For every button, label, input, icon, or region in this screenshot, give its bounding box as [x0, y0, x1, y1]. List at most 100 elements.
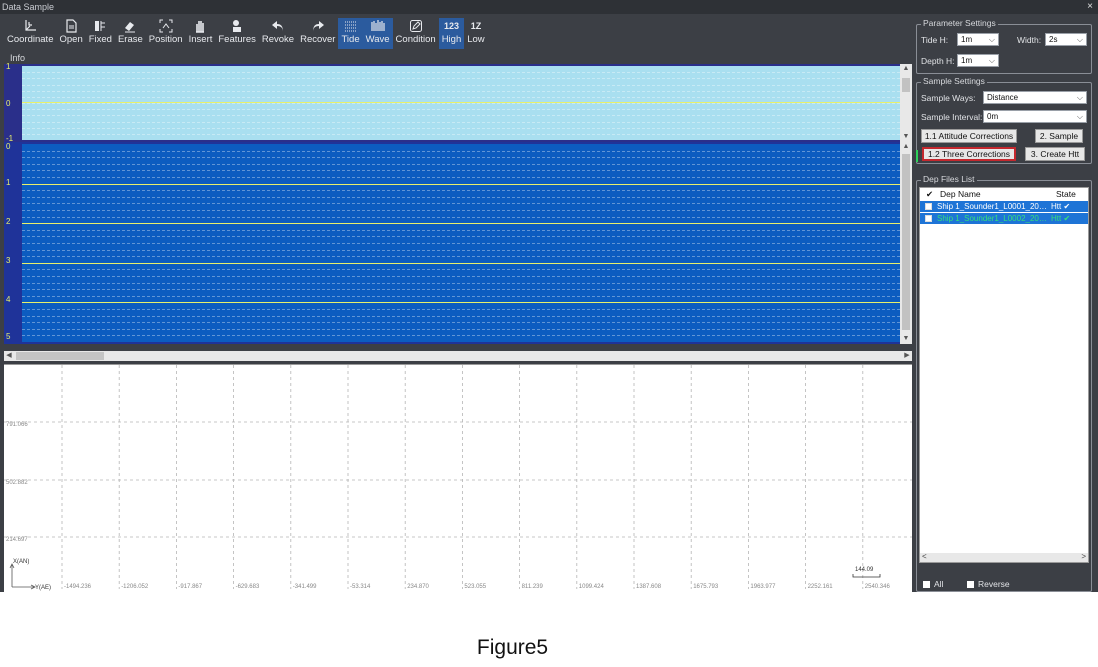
reverse-checkbox[interactable]: Reverse	[967, 579, 1010, 589]
scroll-down-icon[interactable]: ▼	[900, 334, 912, 344]
dep-file-row[interactable]: Ship 1_Sounder1_L0002_202... Htt ✔	[920, 213, 1088, 224]
axis-x-label: Y(AE)	[35, 585, 51, 591]
recover-button[interactable]: Recover	[297, 18, 338, 49]
scroll-left-icon[interactable]: ◀	[4, 351, 14, 361]
tide-canvas[interactable]	[22, 66, 900, 140]
width-label: Width:	[1017, 35, 1042, 45]
wave-tick: 1	[6, 178, 11, 187]
coordinate-button[interactable]: Coordinate	[4, 18, 56, 49]
level-line	[22, 101, 900, 103]
grid-line	[22, 84, 900, 86]
sample-interval-select[interactable]: 0m ⌵	[983, 110, 1087, 123]
reverse-checkbox-box[interactable]	[967, 581, 974, 588]
all-label: All	[934, 579, 944, 589]
wave-tick: 2	[6, 217, 11, 226]
features-button[interactable]: Features	[215, 18, 259, 49]
all-checkbox-box[interactable]	[923, 581, 930, 588]
chevron-down-icon: ⌵	[1076, 93, 1083, 102]
position-button[interactable]: Position	[146, 18, 186, 49]
create-htt-button[interactable]: 3. Create Htt	[1025, 147, 1085, 161]
grid-line	[22, 109, 900, 111]
select-all-checkbox[interactable]: All	[923, 579, 943, 589]
width-select[interactable]: 2s ⌵	[1045, 33, 1087, 46]
erase-button[interactable]: Erase	[115, 18, 146, 49]
revoke-button[interactable]: Revoke	[259, 18, 297, 49]
open-button[interactable]: Open	[56, 18, 85, 49]
horizontal-scrollbar[interactable]: ◀ ▶	[4, 351, 912, 361]
sample-ways-select[interactable]: Distance ⌵	[983, 91, 1087, 104]
three-corrections-button[interactable]: 1.2 Three Corrections	[922, 147, 1016, 161]
dep-file-name: Ship 1_Sounder1_L0002_202...	[937, 214, 1047, 223]
high-button[interactable]: 123 High	[438, 18, 465, 49]
low-button[interactable]: 1Z Low	[464, 18, 487, 49]
dep-name-header[interactable]: Dep Name	[940, 189, 981, 199]
wave-vertical-scrollbar[interactable]: ▲ ▼	[900, 142, 912, 344]
coordinate-icon	[23, 18, 37, 34]
scroll-up-icon[interactable]: ▲	[900, 142, 912, 152]
depth-h-select[interactable]: 1m ⌵	[957, 54, 999, 67]
scroll-thumb[interactable]	[902, 78, 910, 92]
grid-line	[22, 72, 900, 74]
state-header[interactable]: State	[1056, 189, 1076, 199]
grid-line	[22, 282, 900, 284]
scroll-up-icon[interactable]: ▲	[900, 64, 912, 74]
track-plot-canvas[interactable]: -1494.236 -1206.052 -917.867 -629.683 -341.4…	[4, 365, 912, 592]
scroll-thumb[interactable]	[902, 154, 910, 330]
grid-line	[22, 315, 900, 317]
scroll-down-icon[interactable]: ▼	[900, 132, 912, 142]
scroll-right-icon[interactable]: >	[1081, 552, 1086, 561]
header-check-icon[interactable]: ✔	[926, 189, 933, 200]
grid-line	[22, 210, 900, 211]
wave-canvas[interactable]	[22, 144, 900, 342]
x-tick-label: -1494.236	[64, 584, 92, 590]
x-tick-label: 1963.977	[750, 584, 776, 590]
dep-file-state: Htt ✔	[1051, 214, 1071, 223]
attitude-corrections-button[interactable]: 1.1 Attitude Corrections	[921, 129, 1017, 143]
condition-button[interactable]: Condition	[393, 18, 439, 49]
scroll-thumb[interactable]	[16, 352, 104, 360]
sample-settings-group: Sample Settings Sample Ways: Distance ⌵ S…	[916, 76, 1092, 164]
depth-h-value: 1m	[961, 56, 973, 65]
track-plot[interactable]: -1494.236 -1206.052 -917.867 -629.683 -341.4…	[4, 364, 912, 592]
list-horizontal-scrollbar[interactable]: < >	[920, 552, 1088, 562]
fixed-button[interactable]: Fixed	[86, 18, 115, 49]
sample-interval-label: Sample Interval:	[921, 112, 983, 122]
x-tick-label: 811.239	[522, 584, 544, 590]
dep-file-row[interactable]: Ship 1_Sounder1_L0001_202... Htt ✔	[920, 201, 1088, 212]
grid-line	[22, 328, 900, 330]
scroll-left-icon[interactable]: <	[922, 552, 927, 561]
insert-label: Insert	[188, 34, 213, 45]
eraser-icon	[123, 18, 137, 34]
tide-button[interactable]: Tide	[338, 18, 363, 49]
chevron-down-icon: ⌵	[1076, 112, 1083, 121]
close-icon[interactable]: ×	[1087, 0, 1093, 14]
dep-file-name: Ship 1_Sounder1_L0001_202...	[937, 202, 1047, 211]
dep-files-group: Dep Files List ✔ Dep Name State Ship 1_S…	[916, 174, 1092, 592]
row-checkbox[interactable]	[925, 203, 932, 210]
tide-vertical-scrollbar[interactable]: ▲ ▼	[900, 64, 912, 142]
tide-h-label: Tide H:	[921, 35, 949, 45]
sample-button[interactable]: 2. Sample	[1035, 129, 1083, 143]
scroll-right-icon[interactable]: ▶	[902, 351, 912, 361]
tide-pane[interactable]: 1 0 -1	[4, 62, 900, 143]
x-tick-label: -341.499	[293, 584, 317, 590]
wave-button[interactable]: Wave	[362, 18, 393, 49]
row-checkbox[interactable]	[925, 215, 932, 222]
condition-label: Condition	[395, 34, 436, 45]
tide-h-select[interactable]: 1m ⌵	[957, 33, 999, 46]
grid-line	[22, 190, 900, 192]
grid-line	[22, 115, 900, 117]
dep-files-title: Dep Files List	[921, 174, 977, 184]
grid-line	[22, 335, 900, 337]
wave-label: Wave	[365, 34, 390, 45]
grid-line	[22, 289, 900, 291]
toolbar: Coordinate Open Fixed Erase Position Ins…	[4, 18, 488, 50]
grid-line	[22, 170, 900, 172]
wave-pane[interactable]: 0 1 2 3 4 5	[4, 142, 900, 344]
dep-files-list[interactable]: ✔ Dep Name State Ship 1_Sounder1_L0001_2…	[919, 187, 1089, 563]
insert-button[interactable]: Insert	[186, 18, 216, 49]
sample-settings-title: Sample Settings	[921, 76, 987, 86]
recover-label: Recover	[300, 34, 336, 45]
window-title: Data Sample	[2, 2, 55, 12]
features-label: Features	[218, 34, 256, 45]
